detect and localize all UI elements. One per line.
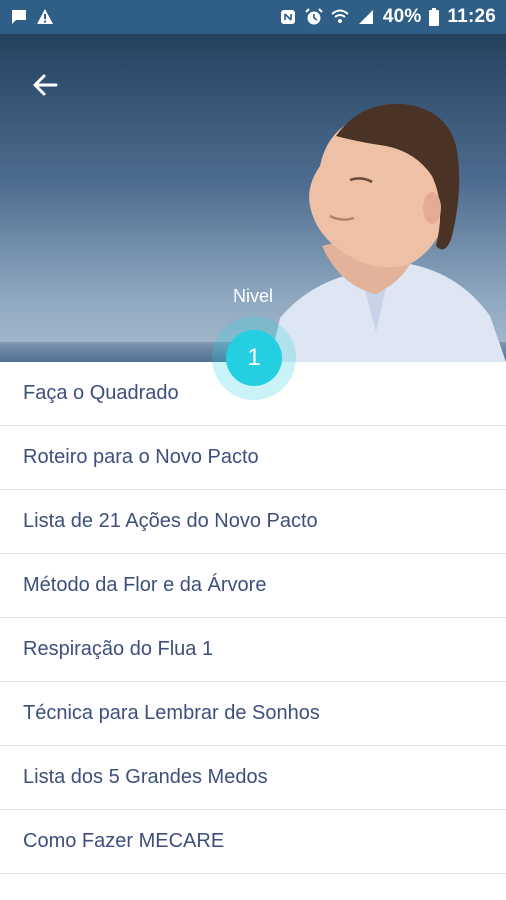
signal-icon [357, 8, 375, 26]
clock: 11:26 [447, 6, 496, 27]
lesson-item[interactable]: Método da Flor e da Árvore [0, 554, 506, 618]
wifi-icon [331, 8, 349, 26]
lesson-item[interactable]: Técnica para Lembrar de Sonhos [0, 682, 506, 746]
lesson-item[interactable]: Como Fazer MECARE [0, 810, 506, 874]
lesson-item[interactable]: Roteiro para o Novo Pacto [0, 426, 506, 490]
hero-header: Nivel [0, 34, 506, 362]
chat-icon [10, 8, 28, 26]
battery-percent: 40% [382, 6, 422, 27]
status-left [10, 8, 54, 26]
warning-icon [36, 8, 54, 26]
lesson-item[interactable]: Respiração do Flua 1 [0, 618, 506, 682]
lesson-item[interactable]: Faça o Quadrado [0, 362, 506, 426]
nfc-icon [279, 8, 297, 26]
lesson-item[interactable]: Lista dos 5 Grandes Medos [0, 746, 506, 810]
status-bar: 40% 11:26 [0, 0, 506, 34]
battery-icon [429, 8, 440, 26]
hero-person-image [270, 103, 506, 362]
lesson-item[interactable]: Lista de 21 Ações do Novo Pacto [0, 490, 506, 554]
alarm-icon [305, 8, 323, 26]
level-label: Nivel [232, 286, 273, 306]
back-button[interactable] [26, 66, 64, 104]
status-right: 40% 11:26 [279, 6, 496, 28]
arrow-left-icon [32, 73, 58, 97]
lesson-list: Faça o Quadrado Roteiro para o Novo Pact… [0, 362, 506, 874]
